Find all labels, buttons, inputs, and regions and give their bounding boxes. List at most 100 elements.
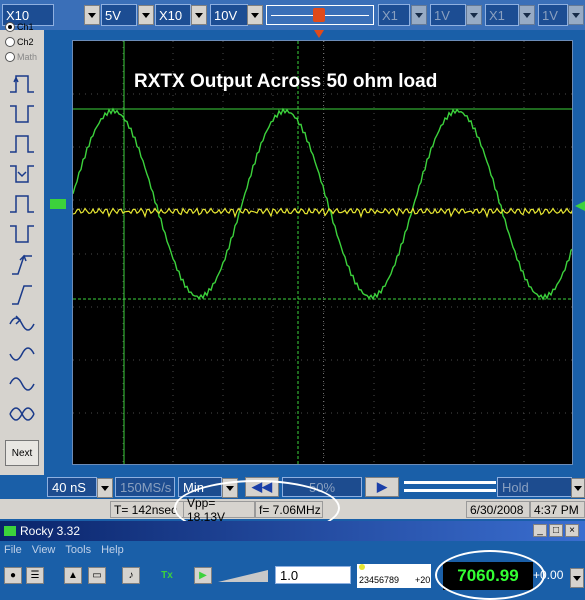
clock-readout: 4:37 PM <box>530 501 585 518</box>
level-slider[interactable] <box>404 479 496 495</box>
timebase-select[interactable]: 40 nS <box>47 477 97 497</box>
level-slider-track-2 <box>404 489 496 492</box>
menu-file[interactable]: File <box>4 544 22 556</box>
trigger-position-slider[interactable] <box>266 5 374 25</box>
record-icon[interactable]: ● <box>4 567 22 584</box>
rocky-titlebar: Rocky 3.32 <box>0 521 585 541</box>
radio-math-label: Math <box>17 52 38 62</box>
spectrum-icon[interactable]: ☰ <box>26 567 44 584</box>
offset-dropdown-icon[interactable] <box>570 568 584 588</box>
trigger-rising-edge-icon <box>10 75 34 93</box>
sample-rate-field: 150MS/s <box>115 477 175 497</box>
hold-button[interactable]: Hold <box>497 477 572 497</box>
next-button-label: Next <box>11 447 33 459</box>
minimize-button[interactable]: _ <box>533 524 547 537</box>
highlight-ellipse-frequency <box>435 550 545 600</box>
radio-ch2-label: Ch2 <box>17 37 34 47</box>
clock-value: 4:37 PM <box>534 502 579 517</box>
sample-rate-value: 150MS/s <box>120 479 172 495</box>
maximize-icon: □ <box>552 525 560 536</box>
trigger-sine-both-icon <box>9 407 35 421</box>
trigger-mode-icons[interactable] <box>6 72 38 432</box>
time-cursor-value: T= 142nsec <box>114 502 178 517</box>
radio-dot-icon <box>5 22 15 32</box>
menu-view[interactable]: View <box>32 544 56 556</box>
ch4-volts-value: 1V <box>542 7 558 23</box>
ch1-volts-select[interactable]: 5V <box>101 4 137 26</box>
timebase-dropdown-icon[interactable] <box>97 478 113 498</box>
ch2-probe-select[interactable]: X10 <box>155 4 191 26</box>
next-button[interactable]: Next <box>5 440 39 466</box>
rocky-title: Rocky 3.32 <box>20 524 81 538</box>
ch3-probe-value: X1 <box>382 7 398 23</box>
time-cursor-readout: T= 142nsec <box>110 501 184 518</box>
ch1-volts-dropdown-icon[interactable] <box>138 5 154 25</box>
ch4-volts-select[interactable]: 1V <box>538 4 568 26</box>
ch2-volts-dropdown-icon[interactable] <box>247 5 263 25</box>
radio-ch1[interactable]: Ch1 <box>5 20 43 34</box>
tx-icon[interactable]: Tx <box>158 567 176 584</box>
scope-display[interactable] <box>72 40 573 465</box>
date-readout: 6/30/2008 <box>466 501 530 518</box>
trigger-runt-icon <box>10 225 34 243</box>
menu-tools[interactable]: Tools <box>65 544 91 556</box>
ch4-probe-dropdown-icon[interactable] <box>519 5 535 25</box>
scope-title: RXTX Output Across 50 ohm load <box>134 71 438 92</box>
ch4-probe-value: X1 <box>489 7 505 23</box>
radio-ch2[interactable]: Ch2 <box>5 35 43 49</box>
hold-label: Hold <box>502 479 529 495</box>
menu-help[interactable]: Help <box>101 544 124 556</box>
digit-marker-icon <box>359 564 365 570</box>
ch3-volts-select[interactable]: 1V <box>430 4 466 26</box>
ch2-probe-dropdown-icon[interactable] <box>191 5 207 25</box>
trigger-slope-down-icon <box>12 285 32 305</box>
ch2-probe-value: X10 <box>159 7 183 23</box>
ch4-volts-dropdown-icon[interactable] <box>568 5 584 25</box>
trigger-pulse-pos-icon <box>10 135 34 153</box>
trigger-width-icon <box>10 195 34 213</box>
radio-dot-icon <box>5 52 15 62</box>
trigger-pulse-neg-icon <box>10 165 34 183</box>
display-icon[interactable]: ▭ <box>88 567 106 584</box>
ch1-probe-dropdown-icon[interactable] <box>84 5 100 25</box>
ch3-probe-select[interactable]: X1 <box>378 4 410 26</box>
ch3-volts-value: 1V <box>434 7 450 23</box>
trigger-sine-neg-icon <box>9 347 35 361</box>
scope-graticule <box>73 41 572 464</box>
ch2-noise-trace <box>73 207 572 219</box>
digit-labels: 23456789 <box>359 575 400 585</box>
close-button[interactable]: × <box>565 524 579 537</box>
ch1-level-marker-icon[interactable] <box>50 199 66 209</box>
step-value: +20 <box>415 575 431 585</box>
trigger-sine-alt-icon <box>9 377 35 391</box>
radio-dot-icon <box>5 37 15 47</box>
close-icon: × <box>569 525 575 536</box>
minimize-icon: _ <box>537 525 543 536</box>
tune-icon[interactable]: ▲ <box>64 567 82 584</box>
radio-ch1-label: Ch1 <box>17 22 34 32</box>
ch1-volts-value: 5V <box>105 7 121 23</box>
maximize-button[interactable]: □ <box>549 524 563 537</box>
hold-dropdown-icon[interactable] <box>571 478 585 498</box>
app-icon <box>4 526 16 536</box>
scroll-right-button[interactable]: ▶ <box>365 477 399 497</box>
ch2-volts-value: 10V <box>214 7 238 23</box>
ch2-volts-select[interactable]: 10V <box>210 4 248 26</box>
gain-input[interactable]: 1.0 <box>275 566 351 584</box>
ch4-probe-select[interactable]: X1 <box>485 4 519 26</box>
trigger-falling-edge-icon <box>10 105 34 123</box>
level-slider-track <box>404 481 496 484</box>
radio-math[interactable]: Math <box>5 50 43 64</box>
play-icon[interactable]: ▶ <box>194 567 212 584</box>
mic-icon[interactable]: ♪ <box>122 567 140 584</box>
ch3-probe-dropdown-icon[interactable] <box>411 5 427 25</box>
ch3-volts-dropdown-icon[interactable] <box>466 5 482 25</box>
digit-selector[interactable]: 23456789 +20 <box>357 564 431 588</box>
ch1-right-marker-icon[interactable] <box>575 201 585 211</box>
date-value: 6/30/2008 <box>470 502 524 517</box>
trigger-time-marker-icon[interactable] <box>314 30 324 38</box>
trigger-sine-pos-icon <box>9 315 35 331</box>
right-arrow-icon: ▶ <box>377 479 387 494</box>
slider-thumb-icon[interactable] <box>313 8 325 22</box>
gain-value: 1.0 <box>280 567 299 583</box>
